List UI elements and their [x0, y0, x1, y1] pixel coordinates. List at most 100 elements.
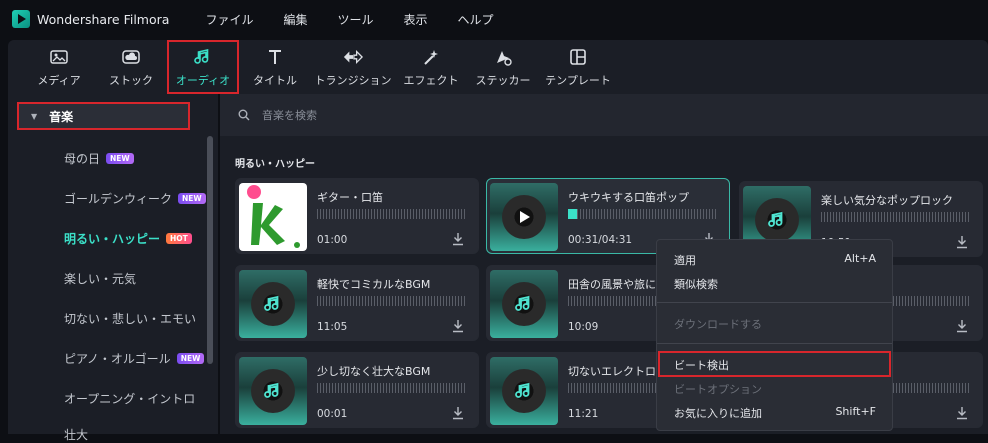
tab-template[interactable]: テンプレート: [539, 40, 617, 94]
vinyl-disc-icon: [251, 282, 295, 326]
menu-item-beat-detect[interactable]: ビート検出: [674, 357, 729, 373]
music-card[interactable]: ギター・口笛 01:00: [235, 178, 479, 254]
hot-badge: HOT: [166, 232, 192, 245]
tab-transition[interactable]: トランジション: [311, 40, 395, 94]
search-icon: [238, 109, 250, 121]
sidebar-item-label: オープニング・イントロ: [64, 392, 196, 406]
tab-audio[interactable]: オーディオ: [167, 40, 239, 94]
music-card[interactable]: 少し切なく壮大なBGM 00:01: [235, 352, 479, 428]
sidebar-item-golden-week[interactable]: ゴールデンウィーク NEW: [64, 190, 206, 207]
music-duration: 00:31/04:31: [568, 234, 633, 246]
music-note-icon: [768, 211, 783, 227]
music-note-icon: [515, 382, 530, 398]
music-title: 少し切なく壮大なBGM: [317, 365, 431, 378]
transition-icon: [343, 47, 363, 67]
category-music[interactable]: ▼ 音楽: [17, 102, 190, 130]
vinyl-disc-icon: [502, 195, 546, 239]
sticker-icon: [493, 47, 513, 67]
sidebar-item-label: ピアノ・オルゴール: [64, 352, 171, 366]
stock-icon: [121, 47, 141, 67]
tab-sticker[interactable]: ステッカー: [467, 40, 539, 94]
music-title: 切ないエレクトロな: [568, 365, 667, 378]
tab-stock[interactable]: ストック: [95, 40, 167, 94]
search-placeholder: 音楽を検索: [262, 109, 317, 122]
vinyl-disc-icon: [251, 369, 295, 413]
sidebar-item-label: 明るい・ハッピー: [64, 232, 161, 246]
menu-help[interactable]: ヘルプ: [458, 11, 494, 28]
menu-edit[interactable]: 編集: [283, 11, 307, 28]
tab-audio-label: オーディオ: [175, 73, 231, 87]
search-bar[interactable]: 音楽を検索: [220, 94, 988, 136]
sidebar-item-epic[interactable]: 壮大: [64, 426, 88, 443]
music-duration: 11:05: [317, 321, 348, 333]
menu-view[interactable]: 表示: [403, 11, 427, 28]
tab-sticker-label: ステッカー: [475, 73, 531, 87]
menu-item-add-favorite[interactable]: お気に入りに追加: [674, 405, 762, 421]
menu-tools[interactable]: ツール: [337, 11, 373, 28]
vinyl-disc-icon: [502, 369, 546, 413]
context-menu: 適用 Alt+A 類似検索 ダウンロードする ビート検出 ビートオプション お気…: [656, 239, 893, 431]
vinyl-disc-icon: [502, 282, 546, 326]
title-bar: Wondershare Filmora ファイル 編集 ツール 表示 ヘルプ: [0, 0, 988, 38]
download-icon[interactable]: [452, 231, 464, 246]
new-badge: NEW: [176, 352, 205, 365]
title-icon: [265, 47, 285, 67]
download-icon[interactable]: [956, 234, 968, 249]
menu-item-download: ダウンロードする: [674, 318, 762, 331]
sidebar-item-label: 切ない・悲しい・エモい: [64, 312, 197, 326]
menu-item-apply[interactable]: 適用: [674, 252, 696, 268]
premium-diamond-icon: [247, 185, 261, 199]
audio-icon: [193, 47, 213, 67]
download-icon[interactable]: [452, 318, 464, 333]
filmora-logo-icon: [12, 10, 30, 28]
music-thumbnail: [239, 357, 307, 425]
music-title: 田舎の風景や旅に: [568, 278, 656, 291]
tab-stock-label: ストック: [109, 73, 153, 87]
music-thumbnail: [490, 183, 558, 251]
sidebar-item-label: 壮大: [64, 428, 89, 442]
vinyl-disc-icon: [755, 198, 799, 242]
app-name: Wondershare Filmora: [37, 11, 170, 27]
music-title: ギター・口笛: [317, 191, 383, 204]
music-duration: 00:01: [317, 408, 348, 420]
tab-template-label: テンプレート: [545, 73, 611, 87]
sidebar-scrollbar[interactable]: [207, 136, 213, 364]
media-icon: [49, 47, 69, 67]
effect-icon: [421, 47, 441, 67]
menu-item-similar-search[interactable]: 類似検索: [674, 276, 718, 292]
menu-separator: [657, 343, 892, 344]
music-thumbnail: [239, 183, 307, 251]
download-icon[interactable]: [956, 318, 968, 333]
sidebar-item-sad-emotional[interactable]: 切ない・悲しい・エモい: [64, 310, 196, 327]
music-title: 軽快でコミカルなBGM: [317, 278, 431, 291]
waveform: [317, 383, 467, 393]
sidebar-item-opening-intro[interactable]: オープニング・イントロ: [64, 390, 195, 407]
menu-separator: [657, 302, 892, 303]
tab-media[interactable]: メディア: [23, 40, 95, 94]
waveform: [317, 209, 467, 219]
sidebar-item-piano-musicbox[interactable]: ピアノ・オルゴール NEW: [64, 350, 205, 367]
music-note-icon: [515, 295, 530, 311]
menu-bar: ファイル 編集 ツール 表示 ヘルプ: [205, 11, 523, 28]
music-note-icon: [264, 295, 279, 311]
asset-toolbar: メディア ストック オーディオ タイトル トランジション エフェクト ステッカー…: [8, 40, 988, 94]
sidebar-item-label: ゴールデンウィーク: [64, 192, 173, 206]
music-card[interactable]: 軽快でコミカルなBGM 11:05: [235, 265, 479, 341]
waveform: [821, 212, 971, 222]
tab-transition-label: トランジション: [314, 73, 392, 87]
waveform: [317, 296, 467, 306]
download-icon[interactable]: [956, 405, 968, 420]
tab-effect[interactable]: エフェクト: [395, 40, 467, 94]
sidebar-item-mothers-day[interactable]: 母の日 NEW: [64, 150, 134, 167]
music-duration: 01:00: [317, 234, 348, 246]
music-thumbnail: [239, 270, 307, 338]
tab-title[interactable]: タイトル: [239, 40, 311, 94]
section-title: 明るい・ハッピー: [235, 159, 315, 170]
download-icon[interactable]: [452, 405, 464, 420]
music-duration: 11:21: [568, 408, 599, 420]
sidebar-item-bright-happy[interactable]: 明るい・ハッピー HOT: [64, 230, 192, 247]
sidebar-item-fun-energetic[interactable]: 楽しい・元気: [64, 270, 136, 287]
menu-file[interactable]: ファイル: [205, 11, 253, 28]
category-sidebar: ▼ 音楽 母の日 NEW ゴールデンウィーク NEW 明るい・ハッピー HOT 楽しい…: [8, 94, 218, 442]
menu-item-favorite-shortcut: Shift+F: [835, 405, 876, 418]
